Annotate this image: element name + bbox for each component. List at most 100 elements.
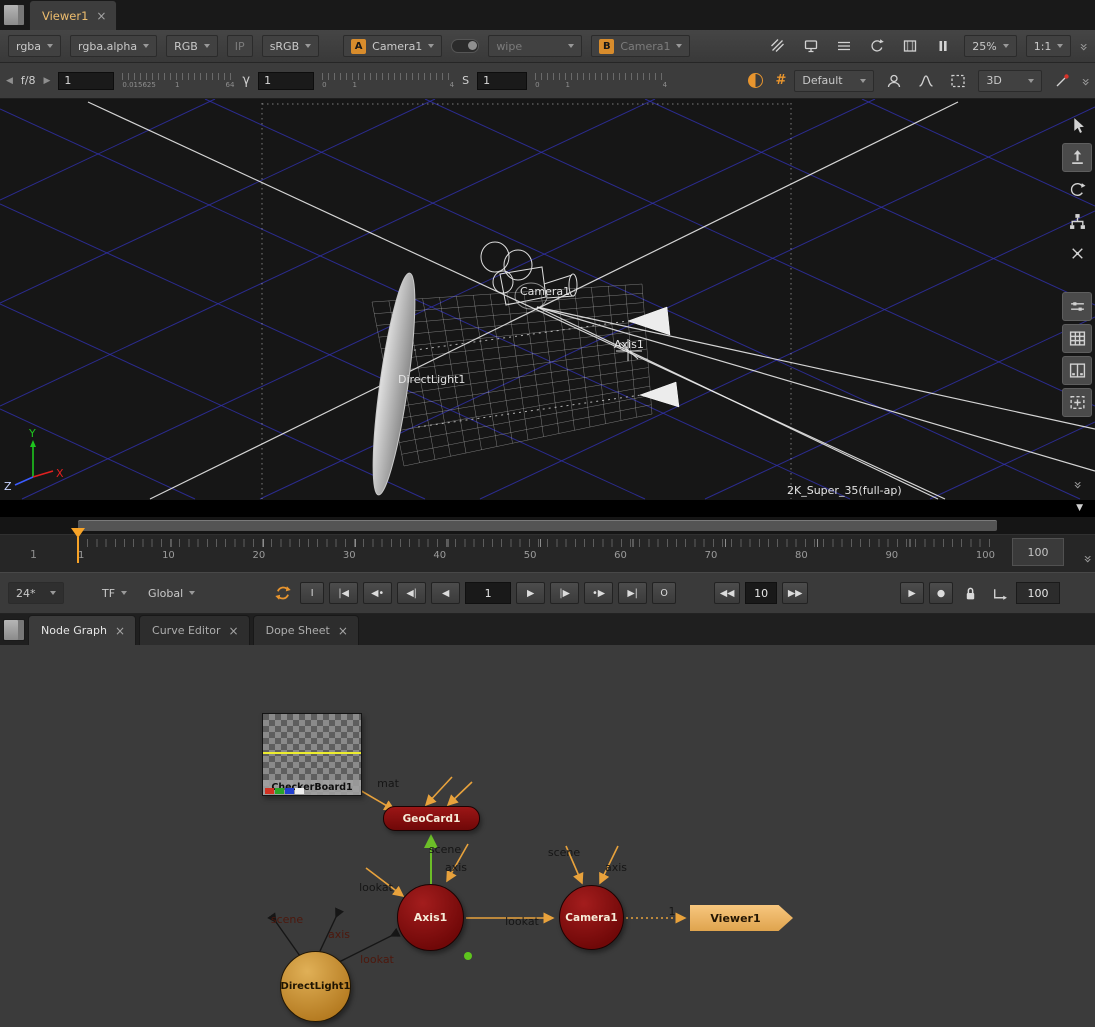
tab-node-graph[interactable]: Node Graph × [28, 615, 136, 645]
step-back-button[interactable]: ◀| [397, 582, 426, 604]
input-a-dropdown[interactable]: A Camera1 [343, 35, 442, 57]
rotate-tool-button[interactable] [1062, 175, 1092, 204]
display-channels-dropdown[interactable]: RGB [166, 35, 218, 57]
node-graph-canvas[interactable]: mat scene axis lookat scene axis lookat … [0, 645, 1095, 1027]
ruler-collapse-chevron[interactable]: » [1080, 555, 1095, 562]
tab-curve-editor[interactable]: Curve Editor × [139, 615, 250, 645]
timeline-ruler[interactable]: 110 2030 4050 6070 8090 100 1 100 » [0, 534, 1095, 572]
colorspace-dropdown[interactable]: sRGB [262, 35, 319, 57]
range-scrollbar-handle[interactable] [78, 520, 997, 531]
step-forward-button[interactable]: |▶ [550, 582, 579, 604]
timeline-filter-dropdown[interactable]: TF [94, 582, 135, 604]
loop-mode-icon[interactable] [271, 582, 295, 604]
timeline-range-scrollbar[interactable] [0, 517, 1095, 534]
fps-dropdown[interactable]: 24* [8, 582, 64, 604]
frame-layout-button[interactable] [1062, 388, 1092, 417]
handles-display-button[interactable] [1062, 292, 1092, 321]
view-mode-dropdown[interactable]: 3D [978, 70, 1042, 92]
viewport-collapse-chevron[interactable]: » [1070, 481, 1086, 488]
marquee-select-icon[interactable] [946, 70, 970, 92]
tab-viewer1-label: Viewer1 [42, 9, 88, 23]
panel-menu-icon[interactable] [3, 4, 25, 26]
node-checkerboard1[interactable]: CheckerBoard1 [262, 713, 362, 796]
info-bar-collapse-icon[interactable]: ▼ [1076, 503, 1083, 513]
node-directlight1[interactable]: DirectLight1 [280, 951, 351, 1022]
close-icon[interactable]: × [229, 624, 239, 638]
set-out-button[interactable]: O [652, 582, 676, 604]
camera-wireframe[interactable] [481, 242, 577, 309]
alpha-channel-dropdown[interactable]: rgba.alpha [70, 35, 157, 57]
viewport-camera-label: Camera1 [520, 285, 570, 298]
jump-forward-button[interactable]: ▶▶ [782, 582, 808, 604]
grid-layout-button[interactable] [1062, 324, 1092, 353]
range-out-box[interactable]: 100 [1012, 538, 1064, 566]
gamma-slider[interactable]: 0 1 4 [322, 70, 454, 92]
refresh-icon[interactable] [865, 35, 889, 57]
headlamp-icon[interactable] [882, 70, 906, 92]
pause-icon[interactable] [931, 35, 955, 57]
pixel-aspect-dropdown[interactable]: 1:1 [1026, 35, 1072, 57]
current-frame-field[interactable]: 1 [465, 582, 511, 604]
gamma-field[interactable]: 1 [258, 72, 314, 90]
next-keyframe-button[interactable]: •▶ [584, 582, 613, 604]
lock-range-icon[interactable] [958, 582, 982, 604]
input-process-button[interactable]: IP [227, 35, 253, 57]
jump-back-button[interactable]: ◀◀ [714, 582, 740, 604]
jump-increment-field[interactable]: 10 [745, 582, 777, 604]
close-icon[interactable]: × [96, 9, 106, 23]
gate-display-icon[interactable] [898, 35, 922, 57]
goto-start-button[interactable]: |◀ [329, 582, 358, 604]
goto-end-button[interactable]: ▶| [618, 582, 647, 604]
flipbook-button[interactable]: ▶ [900, 582, 924, 604]
channel-layer-dropdown[interactable]: rgba [8, 35, 61, 57]
translate-tool-button[interactable] [1062, 143, 1092, 172]
curve-profile-icon[interactable] [914, 70, 938, 92]
input-b-dropdown[interactable]: B Camera1 [591, 35, 690, 57]
gain-slider[interactable]: 0.015625 1 64 [122, 70, 234, 92]
conn-label-axis-lookat: lookat [359, 881, 393, 894]
play-forward-button[interactable]: ▶ [516, 582, 545, 604]
snap-tool-button[interactable] [1062, 239, 1092, 268]
close-icon[interactable]: × [115, 624, 125, 638]
monitor-output-icon[interactable] [799, 35, 823, 57]
set-in-button[interactable]: I [300, 582, 324, 604]
wipe-pattern-icon[interactable] [766, 35, 790, 57]
gain-field[interactable]: 1 [58, 72, 114, 90]
scanline-mode-icon[interactable] [832, 35, 856, 57]
viewer-3d-viewport[interactable]: Camera1 Axis1 DirectLight1 2K_Super_35(f… [0, 99, 1095, 500]
node-geocard1[interactable]: GeoCard1 [383, 806, 480, 831]
frame-range-mode-dropdown[interactable]: Global [140, 582, 203, 604]
panel-menu-icon-2[interactable] [3, 619, 25, 641]
conn-label-geo-scene: scene [429, 843, 462, 856]
split-layout-button[interactable] [1062, 356, 1092, 385]
node-axis1[interactable]: Axis1 [397, 884, 464, 951]
toolbar2-collapse-chevron[interactable]: » [1078, 77, 1094, 84]
playback-range-field[interactable]: 100 [1016, 582, 1060, 604]
next-fstop-icon[interactable]: ▶ [44, 76, 51, 86]
lut-dropdown[interactable]: Default [794, 70, 874, 92]
node-viewer1[interactable]: Viewer1 [690, 905, 793, 931]
zoom-level-dropdown[interactable]: 25% [964, 35, 1016, 57]
tab-dope-sheet[interactable]: Dope Sheet × [253, 615, 359, 645]
node-camera1[interactable]: Camera1 [559, 885, 624, 950]
wand-icon[interactable] [1050, 70, 1074, 92]
saturation-field[interactable]: 1 [477, 72, 527, 90]
ab-blend-toggle[interactable] [451, 39, 479, 53]
close-icon[interactable]: × [338, 624, 348, 638]
toolbar1-collapse-chevron[interactable]: » [1076, 43, 1092, 50]
grid-overlay-icon[interactable]: # [776, 73, 787, 88]
scene-lighting-icon[interactable] [744, 70, 768, 92]
prev-keyframe-button[interactable]: ◀• [363, 582, 392, 604]
play-backward-button[interactable]: ◀ [431, 582, 460, 604]
playhead-line[interactable] [77, 537, 79, 563]
conn-label-viewer-input: 1 [669, 905, 676, 918]
wipe-mode-dropdown[interactable]: wipe [488, 35, 582, 57]
prev-fstop-icon[interactable]: ◀ [6, 76, 13, 86]
node-label: Viewer1 [710, 912, 760, 925]
frame-range-corner-icon[interactable] [987, 582, 1011, 604]
render-button[interactable]: ● [929, 582, 953, 604]
select-tool-button[interactable] [1062, 111, 1092, 140]
saturation-slider[interactable]: 0 1 4 [535, 70, 667, 92]
tab-viewer1[interactable]: Viewer1 × [29, 0, 117, 30]
hierarchy-tool-button[interactable] [1062, 207, 1092, 236]
